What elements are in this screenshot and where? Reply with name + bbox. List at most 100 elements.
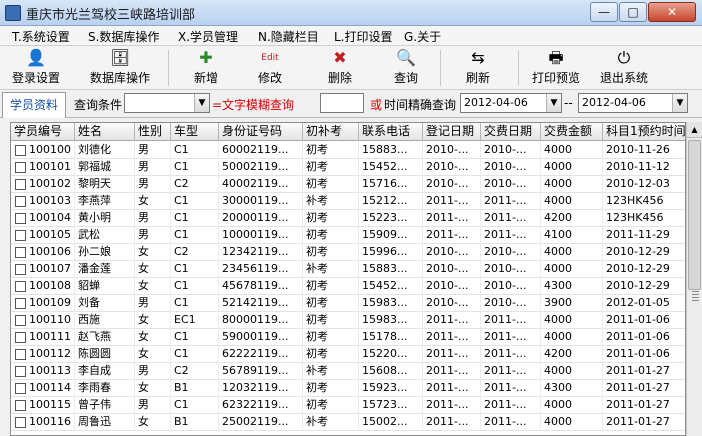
query-button[interactable]: 🔍 查询 — [384, 48, 428, 88]
row-checkbox[interactable] — [15, 281, 26, 292]
login-settings-button[interactable]: 👤 登录设置 — [6, 48, 66, 88]
column-header[interactable]: 交费日期 — [481, 123, 541, 141]
table-cell: 2011-... — [423, 380, 481, 397]
print-preview-button[interactable]: 🖶 打印预览 — [526, 48, 586, 88]
table-row[interactable]: 100103 李燕萍女 C1 30000119... 补考 15212... 2011-..… — [11, 193, 685, 210]
table-cell: 2010-... — [423, 176, 481, 193]
table-row[interactable]: 100115 曾子伟男 C1 62322119... 初考 15723... 2011-..… — [11, 397, 685, 414]
menu-student-management[interactable]: X.学员管理 — [178, 28, 238, 45]
table-cell: 初考 — [303, 159, 359, 176]
row-checkbox[interactable] — [15, 315, 26, 326]
column-header[interactable]: 交费金额 — [541, 123, 603, 141]
table-cell: 4000 — [541, 414, 603, 431]
row-checkbox[interactable] — [15, 247, 26, 258]
fuzzy-query-label: =文字模糊查询 — [212, 98, 295, 112]
new-button[interactable]: ✚ 新增 — [184, 48, 228, 88]
exit-button[interactable]: ⏻ 退出系统 — [592, 48, 656, 88]
student-id-cell: 100113 — [11, 363, 75, 380]
menu-database[interactable]: S.数据库操作 — [88, 28, 159, 45]
row-checkbox[interactable] — [15, 264, 26, 275]
column-header[interactable]: 科目1预约时间 — [603, 123, 685, 141]
refresh-icon: ⇆ — [471, 48, 485, 67]
scroll-up-icon[interactable]: ▲ — [687, 122, 702, 138]
maximize-button[interactable]: □ — [619, 2, 647, 22]
row-checkbox[interactable] — [15, 145, 26, 156]
table-cell: 2012-01-05 — [603, 295, 685, 312]
row-checkbox[interactable] — [15, 383, 26, 394]
row-checkbox[interactable] — [15, 298, 26, 309]
table-row[interactable]: 100107 潘金莲女 C1 23456119... 补考 15883... 2010-..… — [11, 261, 685, 278]
close-button[interactable]: ✕ — [648, 2, 696, 22]
student-id-cell: 100114 — [11, 380, 75, 397]
menu-hidden-columns[interactable]: N.隐藏栏目 — [258, 28, 319, 45]
database-ops-button[interactable]: 🗄 数据库操作 — [78, 48, 162, 88]
column-header[interactable]: 姓名 — [75, 123, 135, 141]
table-row[interactable]: 100111 赵飞燕女 C1 59000119... 初考 15178... 2011-..… — [11, 329, 685, 346]
table-row[interactable]: 100110 西施女 EC1 80000119... 初考 15983... 2011-..… — [11, 312, 685, 329]
student-id-cell: 100112 — [11, 346, 75, 363]
table-cell: 2011-01-06 — [603, 329, 685, 346]
query-label: 查询 — [393, 71, 418, 85]
table-row[interactable]: 100114 李雨春女 B1 12032119... 初考 15923... 2011-..… — [11, 380, 685, 397]
row-checkbox[interactable] — [15, 196, 26, 207]
vertical-scrollbar[interactable]: ▲ — [686, 122, 702, 436]
menu-about[interactable]: G.关于 — [404, 28, 441, 45]
table-cell: 2010-... — [423, 261, 481, 278]
chevron-down-icon[interactable]: ▼ — [672, 94, 687, 112]
column-header[interactable]: 联系电话 — [359, 123, 423, 141]
refresh-button[interactable]: ⇆ 刷新 — [456, 48, 500, 88]
toolbar-separator — [518, 50, 519, 86]
scroll-thumb[interactable] — [688, 140, 701, 301]
date-from-picker[interactable]: 2012-04-06 ▼ — [460, 93, 562, 113]
table-cell: 2010-... — [481, 159, 541, 176]
row-checkbox[interactable] — [15, 162, 26, 173]
table-row[interactable]: 100109 刘备男 C1 52142119... 初考 15983... 2010-...… — [11, 295, 685, 312]
row-checkbox[interactable] — [15, 332, 26, 343]
main-window: 重庆市光兰驾校三峡路培训部 — □ ✕ T.系统设置 S.数据库操作 X.学员管… — [0, 0, 702, 436]
title-bar[interactable]: 重庆市光兰驾校三峡路培训部 — □ ✕ — [0, 0, 702, 26]
column-header[interactable]: 身份证号码 — [219, 123, 303, 141]
row-checkbox[interactable] — [15, 417, 26, 428]
table-row[interactable]: 100108 貂蝉女 C1 45678119... 初考 15452... 2010-...… — [11, 278, 685, 295]
chevron-down-icon[interactable]: ▼ — [194, 94, 209, 112]
tab-student-info[interactable]: 学员资料 — [2, 92, 66, 118]
table-cell: C1 — [171, 210, 219, 227]
table-row[interactable]: 100116 周鲁迅女 B1 25002119... 补考 15002... 2011-..… — [11, 414, 685, 431]
menu-system-settings[interactable]: T.系统设置 — [12, 28, 70, 45]
table-row[interactable]: 100104 黄小明男 C1 20000119... 初考 15223... 2011-..… — [11, 210, 685, 227]
column-header[interactable]: 车型 — [171, 123, 219, 141]
table-cell: 李雨春 — [75, 380, 135, 397]
table-cell: 李自成 — [75, 363, 135, 380]
table-cell: C1 — [171, 397, 219, 414]
table-cell: 女 — [135, 278, 171, 295]
row-checkbox[interactable] — [15, 230, 26, 241]
column-header[interactable]: 登记日期 — [423, 123, 481, 141]
row-checkbox[interactable] — [15, 366, 26, 377]
row-checkbox[interactable] — [15, 349, 26, 360]
column-header[interactable]: 初补考 — [303, 123, 359, 141]
student-id-cell: 100103 — [11, 193, 75, 210]
table-row[interactable]: 100106 孙二娘女 C2 12342119... 初考 15996... 2010-..… — [11, 244, 685, 261]
delete-button[interactable]: ✖ 删除 — [318, 48, 362, 88]
menu-print-settings[interactable]: L.打印设置 — [334, 28, 393, 45]
table-row[interactable]: 100101 郭福城男 C1 50002119... 初考 15452... 2010-..… — [11, 159, 685, 176]
column-header[interactable]: 性别 — [135, 123, 171, 141]
table-row[interactable]: 100105 武松男 C1 10000119... 初考 15909... 2011-...… — [11, 227, 685, 244]
student-table[interactable]: 学员编号 姓名 性别 车型 身份证号码 初补考 联系电话 登记日期 交费日期 交费金额 科目1预约时… — [10, 122, 686, 436]
query-condition-select[interactable]: ▼ — [124, 93, 210, 113]
table-row[interactable]: 100112 陈圆圆女 C1 62222119... 初考 15220... 2011-..… — [11, 346, 685, 363]
chevron-down-icon[interactable]: ▼ — [546, 94, 561, 112]
column-header[interactable]: 学员编号 — [11, 123, 75, 141]
table-cell: C1 — [171, 193, 219, 210]
date-to-picker[interactable]: 2012-04-06 ▼ — [578, 93, 688, 113]
table-row[interactable]: 100100 刘德化男 C1 60002119... 初考 15883... 2010-..… — [11, 142, 685, 159]
table-row[interactable]: 100113 李自成男 C2 56789119... 补考 15608... 2011-..… — [11, 363, 685, 380]
edit-button[interactable]: Edit 修改 — [248, 48, 292, 88]
table-row[interactable]: 100102 黎明天男 C2 40002119... 初考 15716... 2010-..… — [11, 176, 685, 193]
row-checkbox[interactable] — [15, 213, 26, 224]
table-cell: 15883... — [359, 142, 423, 159]
row-checkbox[interactable] — [15, 400, 26, 411]
minimize-button[interactable]: — — [590, 2, 618, 22]
fuzzy-query-input[interactable] — [320, 93, 364, 113]
row-checkbox[interactable] — [15, 179, 26, 190]
